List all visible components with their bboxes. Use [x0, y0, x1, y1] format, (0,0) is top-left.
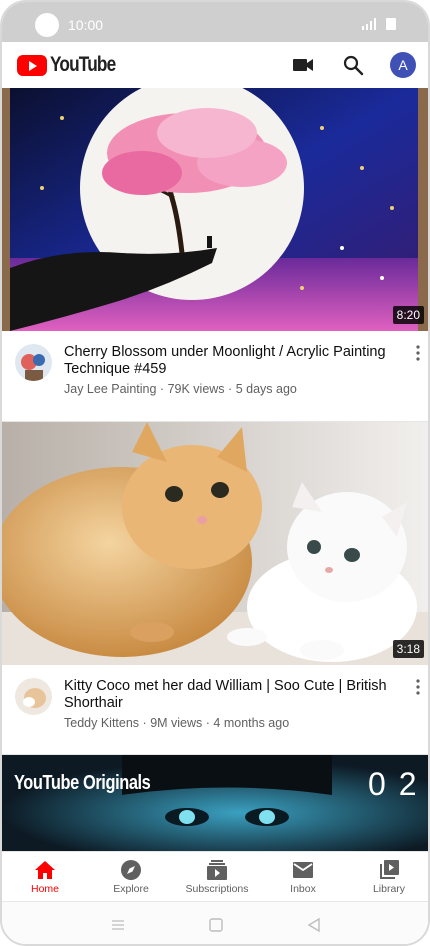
nav-inbox[interactable]: Inbox	[260, 852, 346, 902]
video-card[interactable]: 8:20 Cherry Blossom under Moonlight / Ac…	[2, 88, 428, 421]
nav-label: Home	[30, 883, 59, 895]
status-bar: 10:00	[2, 2, 428, 42]
episode-number: 0 2	[368, 766, 419, 802]
video-title[interactable]: Kitty Coco met her dad William | Soo Cut…	[64, 678, 404, 712]
subscriptions-icon	[207, 860, 227, 880]
view-count: 9M views	[150, 716, 203, 730]
status-time: 10:00	[68, 17, 104, 33]
kittens-thumbnail-image	[2, 422, 428, 665]
home-icon	[35, 861, 55, 879]
meta-separator: ·	[142, 716, 147, 730]
video-meta: Jay Lee Painting · 79K views · 5 days ag…	[64, 382, 297, 396]
video-camera-icon[interactable]	[291, 53, 315, 77]
nav-explore[interactable]: Explore	[88, 852, 174, 902]
meta-separator: ·	[205, 716, 210, 730]
video-card[interactable]: YouTube Originals 0 2	[2, 755, 428, 851]
nav-label: Explore	[113, 883, 149, 895]
search-icon[interactable]	[341, 53, 365, 77]
channel-name[interactable]: Jay Lee Painting	[64, 382, 156, 396]
meta-separator: ·	[159, 382, 165, 396]
video-feed[interactable]: 8:20 Cherry Blossom under Moonlight / Ac…	[2, 88, 428, 851]
youtube-originals-badge: YouTube Originals	[14, 772, 151, 794]
nav-home[interactable]: Home	[2, 852, 88, 902]
more-vert-icon[interactable]	[412, 344, 424, 362]
channel-avatar[interactable]	[15, 344, 52, 381]
video-duration: 3:18	[392, 640, 424, 658]
upload-age: 4 months ago	[213, 716, 290, 730]
more-vert-icon[interactable]	[412, 678, 424, 696]
mail-icon	[293, 862, 313, 878]
account-avatar[interactable]: A	[390, 52, 416, 78]
youtube-play-icon	[17, 54, 47, 76]
video-thumbnail[interactable]: 3:18	[2, 422, 428, 665]
video-meta: Teddy Kittens · 9M views · 4 months ago	[64, 716, 289, 730]
top-app-bar: YouTube A	[2, 42, 428, 88]
channel-avatar[interactable]	[15, 678, 52, 715]
library-icon	[380, 860, 399, 879]
painting-thumbnail-image	[2, 88, 428, 331]
view-count: 79K views	[167, 382, 225, 396]
video-card[interactable]: 3:18 Kitty Coco met her dad William | So…	[2, 422, 428, 754]
video-thumbnail[interactable]: YouTube Originals 0 2	[2, 755, 428, 851]
nav-label: Subscriptions	[185, 883, 249, 895]
nav-subscriptions[interactable]: Subscriptions	[174, 852, 260, 902]
bottom-navigation: Home Explore Subscriptions Inbox Library	[2, 851, 428, 901]
video-duration: 8:20	[392, 306, 424, 324]
youtube-logo[interactable]: YouTube	[17, 53, 130, 77]
channel-name[interactable]: Teddy Kittens	[64, 716, 139, 730]
video-title[interactable]: Cherry Blossom under Moonlight / Acrylic…	[64, 344, 404, 378]
originals-thumbnail-image	[2, 755, 428, 851]
nav-label: Inbox	[290, 883, 316, 895]
signal-icon	[362, 18, 376, 30]
meta-separator: ·	[228, 382, 233, 396]
camera-cutout	[35, 13, 59, 37]
system-navigation-bar	[2, 901, 428, 944]
nav-library[interactable]: Library	[346, 852, 428, 902]
nav-label: Library	[372, 883, 406, 895]
phone-frame: 10:00 YouTube A 8:20 Cherry Blossom unde…	[0, 0, 430, 946]
back-triangle-icon[interactable]	[306, 917, 322, 933]
home-square-icon[interactable]	[208, 917, 224, 933]
recents-menu-icon[interactable]	[110, 917, 126, 933]
compass-icon	[121, 860, 141, 880]
video-thumbnail[interactable]: 8:20	[2, 88, 428, 331]
logo-text: YouTube	[50, 53, 116, 76]
battery-icon	[386, 18, 396, 30]
upload-age: 5 days ago	[235, 382, 297, 396]
